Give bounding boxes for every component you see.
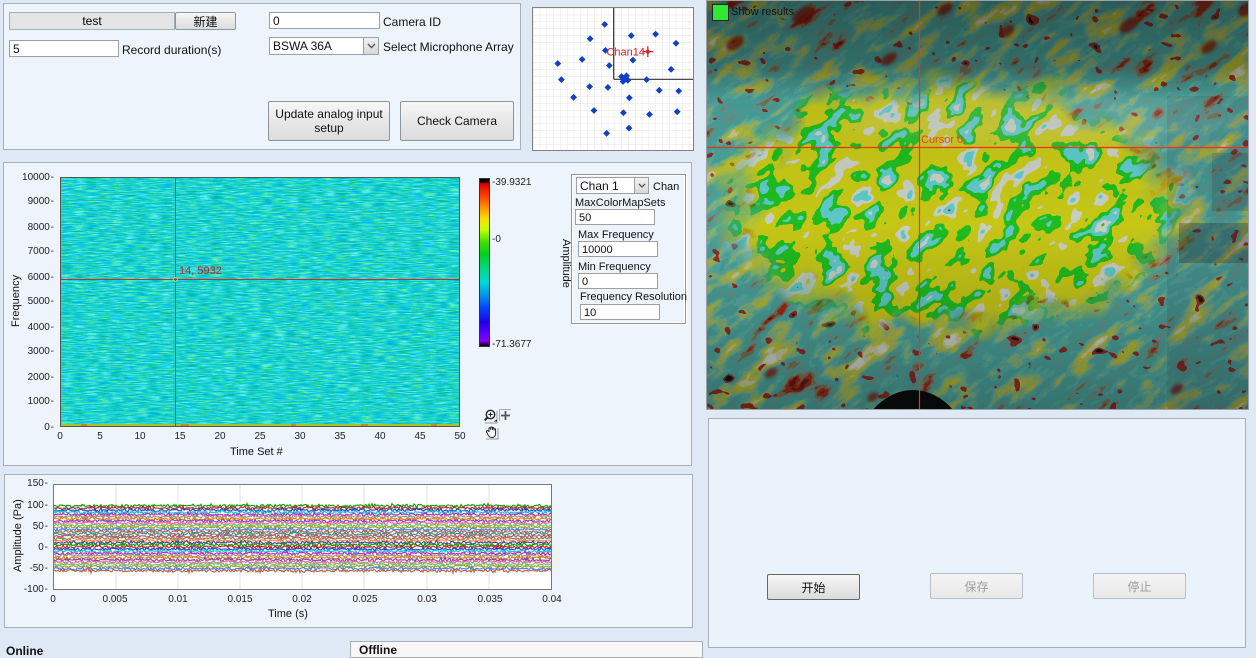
svg-text:Chan14: Chan14 [606, 47, 645, 59]
svg-text:Cursor 0: Cursor 0 [921, 134, 963, 146]
svg-text:14, 5932: 14, 5932 [179, 265, 222, 277]
